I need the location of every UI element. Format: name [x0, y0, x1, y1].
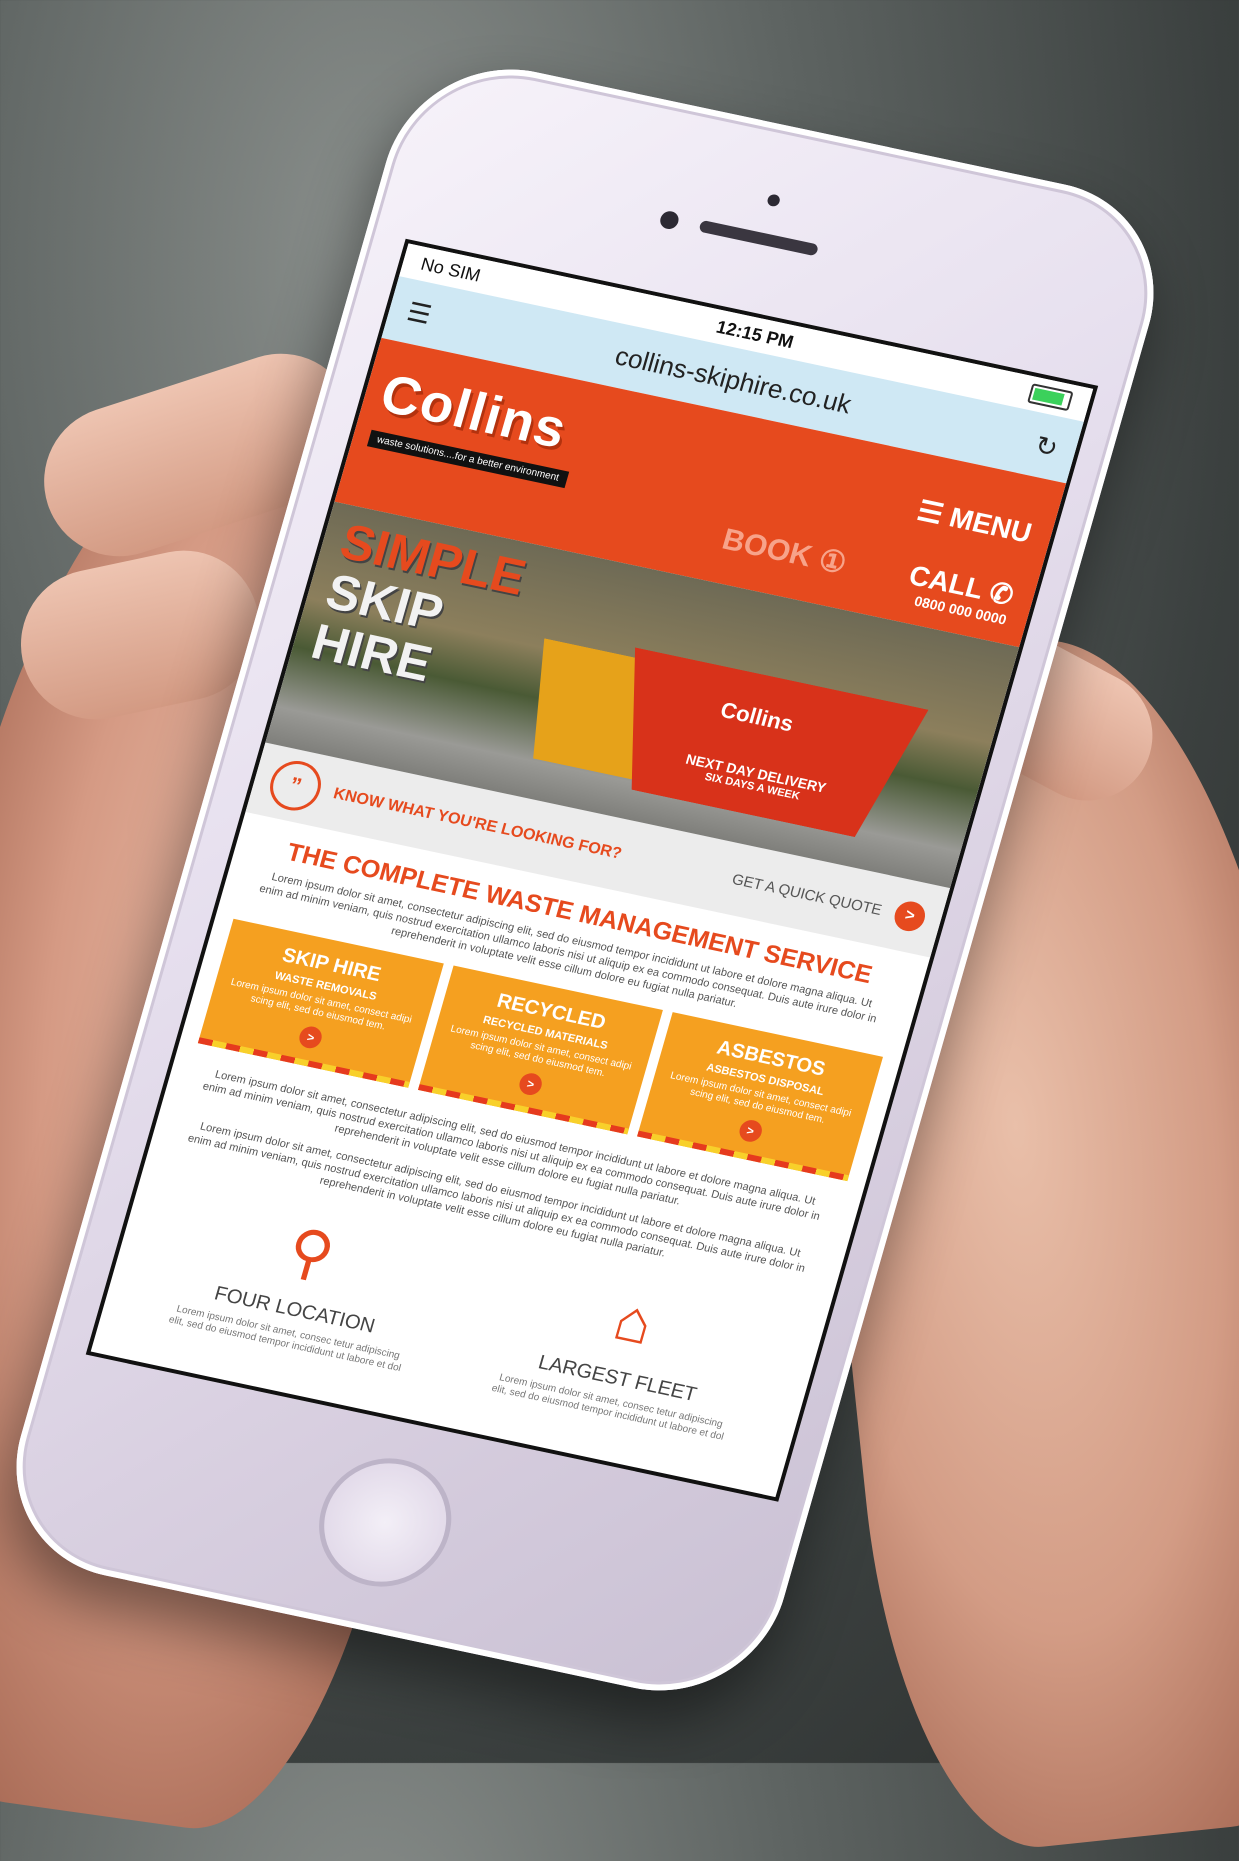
reader-mode-icon[interactable]: ☰	[404, 296, 435, 331]
garage-icon: ⌂	[606, 1285, 661, 1358]
chevron-right-icon[interactable]: >	[890, 898, 929, 934]
feature-fleet: ⌂ LARGEST FLEET Lorem ipsum dolor sit am…	[488, 1258, 762, 1444]
earpiece	[698, 219, 820, 257]
phone-wrap: No SIM 12:15 PM ☰ collins-skiphire.co.uk…	[0, 47, 1182, 1750]
menu-button[interactable]: ☰ MENU	[914, 494, 1036, 550]
call-button[interactable]: CALL ✆ 0800 000 0000	[901, 558, 1018, 627]
feature-locations: ⚲ FOUR LOCATION Lorem ipsum dolor sit am…	[166, 1190, 440, 1376]
hero-title: SIMPLE SKIP HIRE	[306, 513, 532, 704]
book-label: BOOK	[718, 522, 816, 574]
book-icon: ①	[814, 543, 851, 581]
chevron-right-icon[interactable]: >	[736, 1117, 765, 1144]
book-button[interactable]: BOOK ①	[718, 522, 851, 582]
proximity-sensor	[766, 193, 782, 208]
home-button[interactable]	[303, 1446, 467, 1599]
red-skip-image	[596, 647, 928, 844]
quote-marks-icon: ”	[264, 756, 327, 816]
chevron-right-icon[interactable]: >	[297, 1024, 325, 1051]
card-recycled[interactable]: RECYCLED RECYCLED MATERIALS Lorem ipsum …	[417, 965, 664, 1135]
card-asbestos[interactable]: ASBESTOS ASBESTOS DISPOSAL Lorem ipsum d…	[637, 1012, 884, 1182]
reload-icon[interactable]: ↻	[1032, 429, 1062, 463]
location-pin-icon: ⚲	[280, 1215, 342, 1290]
menu-label: MENU	[945, 501, 1036, 549]
phone-screen: No SIM 12:15 PM ☰ collins-skiphire.co.uk…	[85, 238, 1099, 1502]
hamburger-icon: ☰	[913, 494, 947, 530]
phone-icon: ✆	[985, 576, 1018, 612]
front-camera	[658, 209, 681, 231]
battery-icon	[1027, 383, 1074, 412]
chevron-right-icon[interactable]: >	[516, 1071, 545, 1098]
carrier-label: No SIM	[418, 253, 483, 286]
card-skip-hire[interactable]: SKIP HIRE WASTE REMOVALS Lorem ipsum dol…	[197, 918, 444, 1088]
quote-cta-label[interactable]: GET A QUICK QUOTE	[730, 870, 884, 918]
phone-body: No SIM 12:15 PM ☰ collins-skiphire.co.uk…	[0, 47, 1182, 1713]
